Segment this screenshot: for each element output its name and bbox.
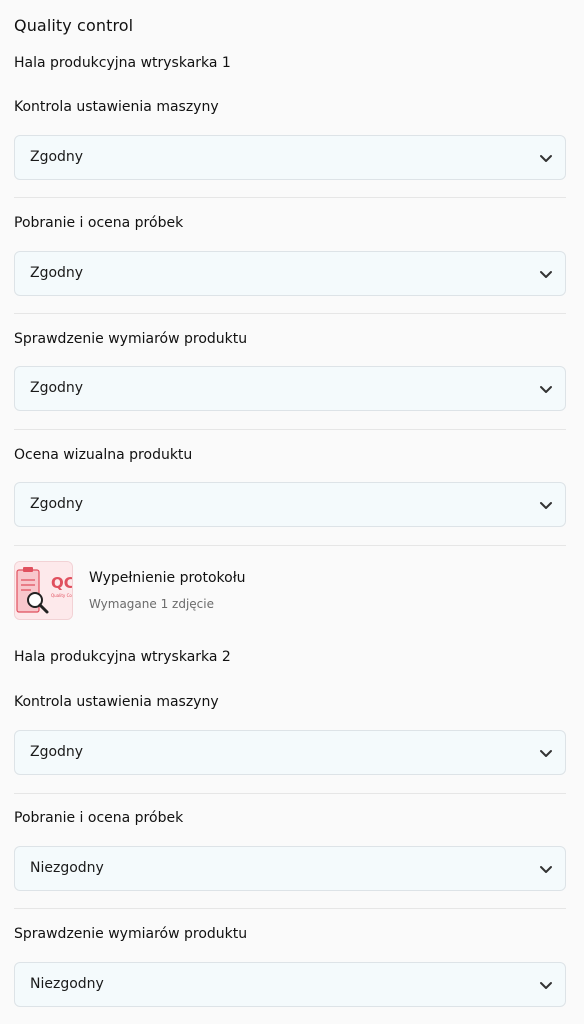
divider — [14, 793, 566, 794]
chevron-down-icon — [540, 750, 552, 757]
divider — [14, 545, 566, 546]
select-value: Zgodny — [30, 496, 84, 512]
field-label: Sprawdzenie wymiarów produktu — [14, 331, 248, 347]
field-label: Kontrola ustawienia maszyny — [14, 99, 219, 115]
thumb-logo-subtext: Quality Co — [51, 593, 72, 598]
select-value: Zgodny — [30, 265, 84, 281]
field-label: Pobranie i ocena próbek — [14, 215, 184, 231]
status-select[interactable]: Zgodny — [14, 251, 566, 296]
divider — [14, 429, 566, 430]
status-select[interactable]: Zgodny — [14, 366, 566, 411]
select-value: Zgodny — [30, 380, 84, 396]
status-select[interactable]: Niezgodny — [14, 846, 566, 891]
divider — [14, 908, 566, 909]
select-value: Zgodny — [30, 744, 84, 760]
section-title-wtryskarka-1: Hala produkcyjna wtryskarka 1 — [14, 55, 231, 71]
quality-control-page: Quality control Hala produkcyjna wtryska… — [0, 0, 584, 1024]
thumb-logo-text: QC — [51, 574, 73, 592]
field-label: Kontrola ustawienia maszyny — [14, 694, 219, 710]
photo-item-title: Wypełnienie protokołu — [89, 570, 246, 586]
field-label: Pobranie i ocena próbek — [14, 810, 184, 826]
page-title: Quality control — [14, 16, 134, 35]
section-title-wtryskarka-2: Hala produkcyjna wtryskarka 2 — [14, 649, 231, 665]
status-select[interactable]: Zgodny — [14, 730, 566, 775]
magnifier-document-icon: QC Quality Co — [15, 562, 73, 619]
status-select[interactable]: Zgodny — [14, 482, 566, 527]
divider — [14, 197, 566, 198]
chevron-down-icon — [540, 866, 552, 873]
protocol-thumbnail[interactable]: QC Quality Co — [14, 561, 73, 620]
status-select[interactable]: Niezgodny — [14, 962, 566, 1007]
field-label: Ocena wizualna produktu — [14, 447, 193, 463]
select-value: Zgodny — [30, 149, 84, 165]
chevron-down-icon — [540, 982, 552, 989]
photo-requirement-item[interactable]: QC Quality Co Wypełnienie protokołu Wyma… — [14, 561, 566, 621]
status-select[interactable]: Zgodny — [14, 135, 566, 180]
chevron-down-icon — [540, 386, 552, 393]
select-value: Niezgodny — [30, 976, 104, 992]
chevron-down-icon — [540, 502, 552, 509]
photo-item-subtitle: Wymagane 1 zdjęcie — [89, 597, 214, 611]
select-value: Niezgodny — [30, 860, 104, 876]
field-label: Sprawdzenie wymiarów produktu — [14, 926, 248, 942]
chevron-down-icon — [540, 155, 552, 162]
chevron-down-icon — [540, 271, 552, 278]
divider — [14, 313, 566, 314]
